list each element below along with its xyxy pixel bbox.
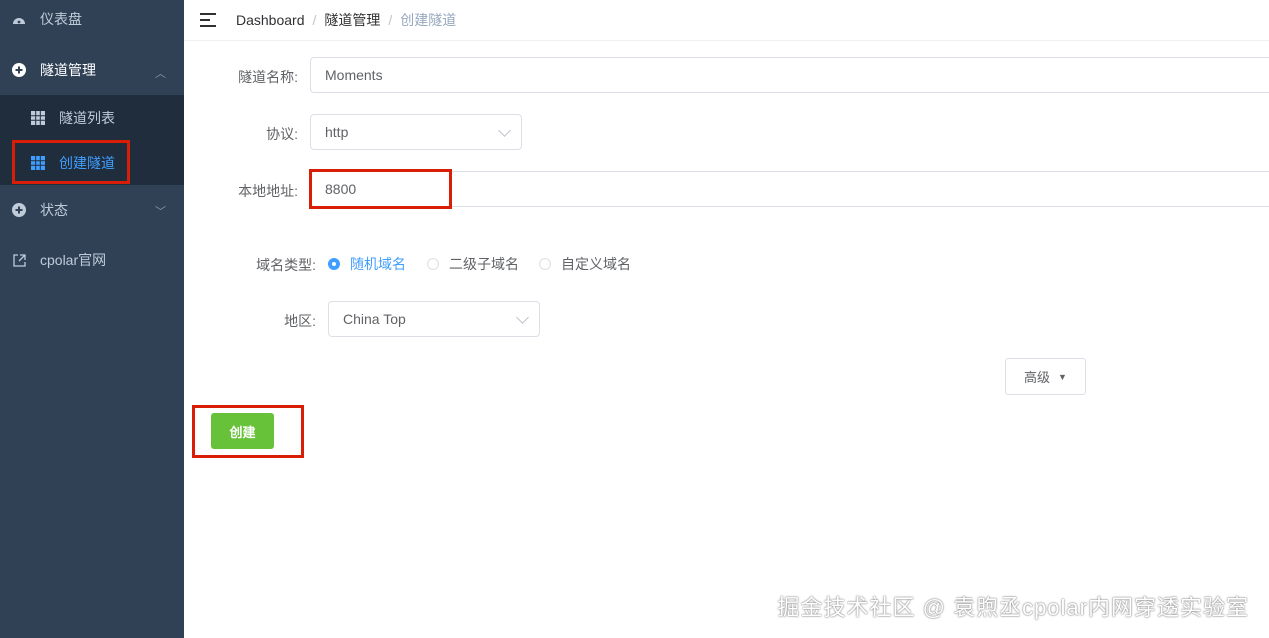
radio-label: 随机域名 bbox=[350, 256, 406, 272]
chevron-down-icon: ﹀ bbox=[155, 206, 166, 218]
local-address-label: 本地地址: bbox=[238, 183, 298, 199]
dashboard-icon bbox=[12, 12, 26, 26]
chevron-down-icon bbox=[516, 311, 529, 324]
protocol-value: http bbox=[325, 124, 349, 140]
sidebar: 仪表盘 隧道管理 ︿ 隧道列表 创建隧道 状态 ﹀ cpolar官网 bbox=[0, 0, 184, 638]
local-address-value: 8800 bbox=[325, 181, 357, 197]
sidebar-item-cpolar-site[interactable]: cpolar官网 bbox=[0, 235, 184, 285]
tunnel-name-input[interactable]: Moments bbox=[310, 57, 1269, 93]
breadcrumb-tunnel-management[interactable]: 隧道管理 bbox=[324, 10, 380, 30]
breadcrumb-dashboard[interactable]: Dashboard bbox=[236, 12, 305, 28]
breadcrumb-separator: / bbox=[312, 12, 317, 28]
region-label: 地区: bbox=[284, 313, 316, 329]
protocol-label: 协议: bbox=[266, 126, 298, 142]
chevron-up-icon: ︿ bbox=[155, 68, 166, 80]
sidebar-item-label: 状态 bbox=[40, 202, 68, 218]
sidebar-item-tunnel-list[interactable]: 隧道列表 bbox=[0, 95, 184, 140]
sidebar-item-dashboard[interactable]: 仪表盘 bbox=[0, 0, 184, 38]
domain-type-label: 域名类型: bbox=[256, 257, 316, 273]
tunnel-name-value: Moments bbox=[325, 67, 383, 83]
menu-toggle-icon[interactable] bbox=[200, 13, 216, 27]
plus-circle-icon bbox=[12, 203, 26, 217]
sidebar-item-label: 创建隧道 bbox=[59, 154, 115, 171]
radio-dot bbox=[539, 258, 551, 270]
sidebar-item-label: 隧道管理 bbox=[40, 62, 96, 78]
tunnel-name-label: 隧道名称: bbox=[238, 69, 298, 85]
chevron-down-icon bbox=[498, 124, 511, 137]
region-select[interactable]: China Top bbox=[328, 301, 540, 337]
sidebar-item-tunnel-management[interactable]: 隧道管理 ︿ bbox=[0, 45, 184, 95]
protocol-select[interactable]: http bbox=[310, 114, 522, 150]
radio-label: 自定义域名 bbox=[561, 256, 631, 272]
advanced-label: 高级 bbox=[1024, 370, 1051, 385]
breadcrumb-separator: / bbox=[388, 12, 393, 28]
top-navbar: Dashboard / 隧道管理 / 创建隧道 bbox=[184, 0, 1269, 41]
create-label: 创建 bbox=[229, 424, 256, 440]
local-address-input[interactable]: 8800 bbox=[310, 171, 1269, 207]
sidebar-item-status[interactable]: 状态 ﹀ bbox=[0, 185, 184, 235]
radio-custom-domain[interactable]: 自定义域名 bbox=[539, 254, 631, 274]
breadcrumb: Dashboard / 隧道管理 / 创建隧道 bbox=[236, 10, 456, 30]
sidebar-item-label: 隧道列表 bbox=[59, 109, 115, 126]
external-link-icon bbox=[12, 253, 26, 267]
radio-random-domain[interactable]: 随机域名 bbox=[328, 254, 406, 274]
radio-label: 二级子域名 bbox=[449, 256, 519, 272]
watermark: 掘金技术社区 @ 袁煦丞cpolar内网穿透实验室 bbox=[777, 595, 1249, 620]
plus-circle-icon bbox=[12, 63, 26, 77]
advanced-button[interactable]: 高级 ▼ bbox=[1005, 358, 1086, 395]
sidebar-item-label: cpolar官网 bbox=[40, 252, 107, 268]
breadcrumb-current: 创建隧道 bbox=[400, 12, 457, 28]
sidebar-item-create-tunnel[interactable]: 创建隧道 bbox=[0, 140, 184, 185]
sidebar-item-label: 仪表盘 bbox=[40, 11, 82, 27]
table-icon bbox=[31, 110, 45, 125]
table-icon bbox=[31, 155, 45, 170]
create-button[interactable]: 创建 bbox=[211, 413, 274, 449]
radio-subdomain[interactable]: 二级子域名 bbox=[427, 254, 519, 274]
region-value: China Top bbox=[343, 311, 406, 327]
radio-dot bbox=[427, 258, 439, 270]
radio-dot bbox=[328, 258, 340, 270]
caret-down-icon: ▼ bbox=[1058, 371, 1067, 382]
